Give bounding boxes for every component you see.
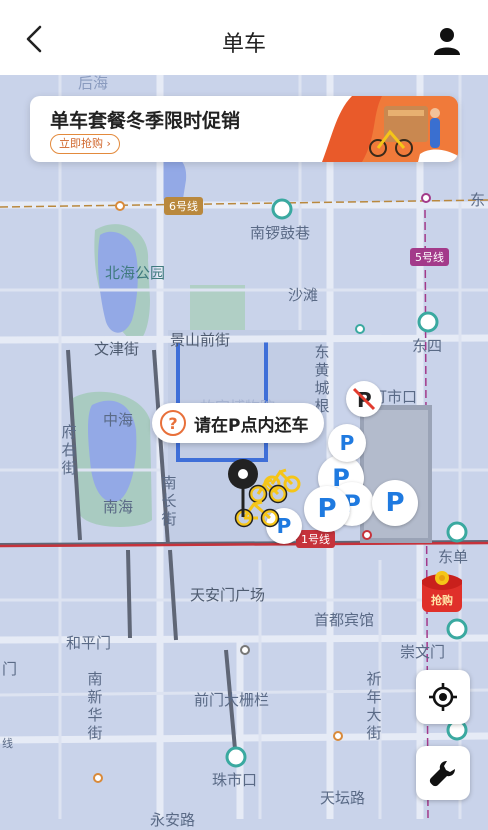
map-label-hepingmen: 和平门 xyxy=(66,634,112,652)
map-label-dongsi: 东四 xyxy=(412,337,443,355)
promo-title: 单车套餐冬季限时促销 xyxy=(50,110,241,132)
map-label-left-line: 线 xyxy=(2,737,13,750)
map-label-shatan: 沙滩 xyxy=(288,286,319,304)
top-bar: 单车 xyxy=(0,0,488,75)
map-label-jingshanqianjie: 景山前街 xyxy=(170,331,231,349)
map-label-wenjinjie: 文津街 xyxy=(94,340,140,358)
locate-button[interactable] xyxy=(416,670,470,724)
page-title: 单车 xyxy=(221,32,266,57)
repair-report-button[interactable] xyxy=(416,746,470,800)
red-packet-label: 抢购 xyxy=(431,594,453,607)
map-label-beihai-park: 北海公园 xyxy=(105,264,166,282)
map-label-bottom-road: 永安路 xyxy=(150,811,196,829)
map-label-zhonghai: 中海 xyxy=(103,411,134,429)
map-label-nanluoguxiang: 南锣鼓巷 xyxy=(250,224,311,242)
metro-line-6-tag: 6号线 xyxy=(164,197,203,215)
parking-marker[interactable]: P xyxy=(304,486,350,532)
map-label-shoudu-hotel: 首都宾馆 xyxy=(314,611,375,629)
location-pin-icon xyxy=(228,459,258,517)
locate-icon xyxy=(429,683,457,711)
map-label-nanxinhuajie: 南新华街 xyxy=(87,670,103,742)
map-label-nanhai: 南海 xyxy=(103,498,134,516)
map-label-zhushikou: 珠市口 xyxy=(212,771,258,789)
metro-line-5-tag: 5号线 xyxy=(410,248,449,266)
map-label-houhai: 后海 xyxy=(78,74,109,92)
promo-illustration xyxy=(322,96,458,162)
no-parking-icon: P xyxy=(352,387,376,412)
map-label-nanchangjie: 南长街 xyxy=(161,474,177,528)
red-packet-promo[interactable]: 抢购 xyxy=(418,568,466,614)
question-icon: ? xyxy=(160,410,186,436)
promo-banner[interactable]: 单车套餐冬季限时促销 立即抢购 › xyxy=(30,96,458,162)
map-label-tiananmen: 天安门广场 xyxy=(190,586,266,604)
parking-marker[interactable]: P xyxy=(372,480,418,526)
parking-marker[interactable]: P xyxy=(328,424,366,462)
buy-now-button[interactable]: 立即抢购 › xyxy=(50,134,120,154)
map-label-donghuangchenggen: 东黄城根 xyxy=(314,343,330,415)
map-label-fuyoujie: 府右街 xyxy=(61,423,77,477)
map-label-west-edge: 门 xyxy=(2,660,18,678)
metro-line-1-tag: 1号线 xyxy=(296,530,335,548)
map-label-dongdan: 东单 xyxy=(438,548,469,566)
map-label-qianmen: 前门大栅栏 xyxy=(194,691,270,709)
map-label-tiantanlu: 天坛路 xyxy=(320,789,366,807)
map-label-qiniandajie: 祈年大街 xyxy=(366,670,382,742)
return-hint-text: 请在P点内还车 xyxy=(194,415,309,436)
map-label-east-edge: 东 xyxy=(470,191,486,209)
return-hint-tooltip: ? 请在P点内还车 xyxy=(152,403,325,443)
no-parking-marker[interactable]: P xyxy=(346,381,382,417)
map-label-chongwenmen: 崇文门 xyxy=(400,643,446,661)
wrench-icon xyxy=(429,761,455,787)
user-icon[interactable] xyxy=(430,24,464,58)
